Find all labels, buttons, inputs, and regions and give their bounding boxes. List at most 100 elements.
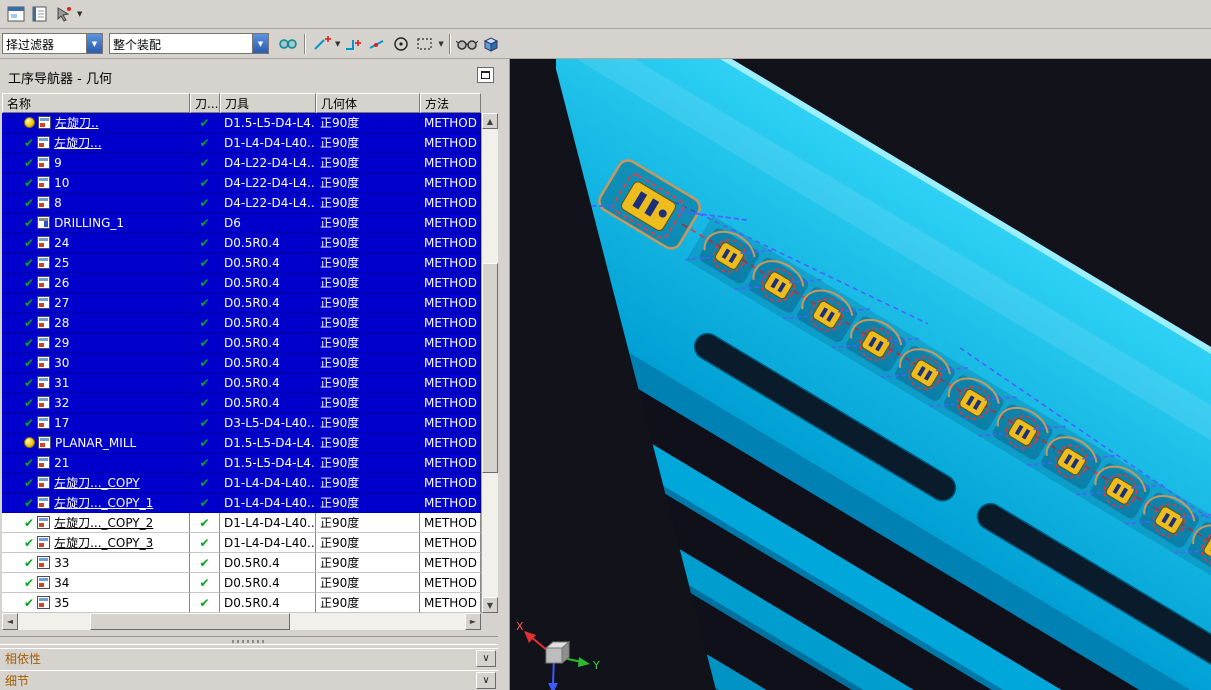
- method-cell: METHOD: [420, 573, 481, 593]
- vertical-scroll-thumb[interactable]: [482, 263, 498, 473]
- undock-panel-button[interactable]: [477, 67, 494, 83]
- name-cell: ✔ 左旋刀..._COPY: [2, 473, 190, 493]
- table-row[interactable]: ✔ 21 ✔ D1.5-L5-D4-L4... 正90度 METHOD: [2, 453, 481, 473]
- interpart-link-icon[interactable]: [277, 32, 299, 56]
- check-ok-icon: ✔: [24, 535, 35, 550]
- dependencies-section[interactable]: 相依性 ∨: [0, 648, 498, 668]
- point-dialog-icon[interactable]: [390, 32, 412, 56]
- table-row[interactable]: ✔ 28 ✔ D0.5R0.4 正90度 METHOD: [2, 313, 481, 333]
- expand-details-button[interactable]: ∨: [476, 672, 496, 689]
- table-row[interactable]: ✔ 左旋刀..._COPY_2 ✔ D1-L4-D4-L40... 正90度 METHOD: [2, 513, 481, 533]
- tool-cell: D0.5R0.4: [220, 273, 316, 293]
- table-row[interactable]: ✔ 33 ✔ D0.5R0.4 正90度 METHOD: [2, 553, 481, 573]
- toolbar-overflow-caret[interactable]: ▼: [77, 10, 82, 18]
- column-header-tool[interactable]: 刀具: [220, 93, 316, 113]
- chevron-down-icon[interactable]: ▼: [252, 34, 268, 53]
- selection-toolbar: 择过滤器 ▼ 整个装配 ▼ ▼ ▼: [0, 29, 1211, 59]
- table-row[interactable]: ✔ 9 ✔ D4-L22-D4-L4... 正90度 METHOD: [2, 153, 481, 173]
- graphics-window[interactable]: X Y Z: [510, 59, 1211, 690]
- horizontal-scroll-thumb[interactable]: [90, 613, 290, 630]
- table-row[interactable]: ✔ 左旋刀... ✔ D1-L4-D4-L40... 正90度 METHOD: [2, 133, 481, 153]
- method-cell: METHOD: [420, 273, 481, 293]
- scroll-right-arrow[interactable]: ►: [465, 613, 481, 630]
- table-row[interactable]: ✔ 左旋刀..._COPY ✔ D1-L4-D4-L40... 正90度 METHOD: [2, 473, 481, 493]
- preview-glasses-icon[interactable]: [455, 32, 478, 56]
- nx-cam-window: ▼ 择过滤器 ▼ 整个装配 ▼ ▼ ▼ 工序导航器 - 几何 名称 刀... 刀…: [0, 0, 1211, 690]
- scroll-down-arrow[interactable]: ▼: [482, 597, 498, 613]
- operation-icon: [37, 356, 51, 369]
- table-row[interactable]: ✔ 25 ✔ D0.5R0.4 正90度 METHOD: [2, 253, 481, 273]
- snap-endpoint-icon[interactable]: [342, 32, 364, 56]
- screen-layout-icon[interactable]: [5, 2, 27, 26]
- table-row[interactable]: ✔ 30 ✔ D0.5R0.4 正90度 METHOD: [2, 353, 481, 373]
- table-row[interactable]: ✔ 8 ✔ D4-L22-D4-L4... 正90度 METHOD: [2, 193, 481, 213]
- column-header-toolpath[interactable]: 刀...: [190, 93, 220, 113]
- toolpath-status-cell: ✔: [190, 193, 220, 213]
- toolpath-status-cell: ✔: [190, 273, 220, 293]
- horizontal-scrollbar[interactable]: ◄ ►: [2, 613, 481, 630]
- table-row[interactable]: PLANAR_MILL ✔ D1.5-L5-D4-L4... 正90度 METHOD: [2, 433, 481, 453]
- method-cell: METHOD: [420, 433, 481, 453]
- shaded-cube-icon[interactable]: [480, 32, 502, 56]
- method-cell: METHOD: [420, 413, 481, 433]
- expand-dependencies-button[interactable]: ∨: [476, 650, 496, 667]
- tool-cell: D0.5R0.4: [220, 333, 316, 353]
- table-row[interactable]: ✔ 24 ✔ D0.5R0.4 正90度 METHOD: [2, 233, 481, 253]
- geometry-cell: 正90度: [316, 313, 420, 333]
- table-row[interactable]: ✔ 左旋刀..._COPY_3 ✔ D1-L4-D4-L40... 正90度 METHOD: [2, 533, 481, 553]
- chevron-down-icon[interactable]: ▼: [438, 40, 443, 48]
- table-row[interactable]: ✔ 17 ✔ D3-L5-D4-L40... 正90度 METHOD: [2, 413, 481, 433]
- check-ok-icon: ✔: [24, 575, 35, 590]
- method-cell: METHOD: [420, 173, 481, 193]
- tool-cell: D1.5-L5-D4-L4...: [220, 113, 316, 133]
- table-row[interactable]: ✔ DRILLING_1 ✔ D6 正90度 METHOD: [2, 213, 481, 233]
- table-row[interactable]: ✔ 左旋刀..._COPY_1 ✔ D1-L4-D4-L40... 正90度 METHOD: [2, 493, 481, 513]
- menu-tool-icon[interactable]: [53, 2, 75, 26]
- column-header-geometry[interactable]: 几何体: [316, 93, 420, 113]
- toolpath-status-cell: ✔: [190, 333, 220, 353]
- tool-cell: D1.5-L5-D4-L4...: [220, 433, 316, 453]
- journal-icon[interactable]: [29, 2, 51, 26]
- operation-icon: [37, 336, 51, 349]
- check-ok-icon: ✔: [199, 495, 210, 510]
- toolpath-status-cell: ✔: [190, 133, 220, 153]
- table-row[interactable]: ✔ 35 ✔ D0.5R0.4 正90度 METHOD: [2, 593, 481, 613]
- chevron-down-icon[interactable]: ▼: [86, 34, 102, 53]
- table-row[interactable]: ✔ 27 ✔ D0.5R0.4 正90度 METHOD: [2, 293, 481, 313]
- details-section[interactable]: 细节 ∨: [0, 670, 498, 690]
- tool-cell: D4-L22-D4-L4...: [220, 173, 316, 193]
- table-row[interactable]: ✔ 29 ✔ D0.5R0.4 正90度 METHOD: [2, 333, 481, 353]
- panel-splitter[interactable]: [0, 636, 498, 645]
- scroll-up-arrow[interactable]: ▲: [482, 113, 498, 129]
- table-row[interactable]: ✔ 10 ✔ D4-L22-D4-L4... 正90度 METHOD: [2, 173, 481, 193]
- column-header-name[interactable]: 名称: [2, 93, 190, 113]
- tool-cell: D1-L4-D4-L40...: [220, 133, 316, 153]
- method-cell: METHOD: [420, 213, 481, 233]
- table-row[interactable]: ✔ 26 ✔ D0.5R0.4 正90度 METHOD: [2, 273, 481, 293]
- toolpath-status-cell: ✔: [190, 493, 220, 513]
- axis-x-label: X: [516, 620, 524, 633]
- selection-scope-combo[interactable]: 整个装配 ▼: [109, 33, 269, 54]
- selection-filter-combo[interactable]: 择过滤器 ▼: [2, 33, 103, 54]
- table-row[interactable]: 左旋刀.. ✔ D1.5-L5-D4-L4... 正90度 METHOD: [2, 113, 481, 133]
- table-row[interactable]: ✔ 34 ✔ D0.5R0.4 正90度 METHOD: [2, 573, 481, 593]
- rectangle-select-icon[interactable]: [414, 32, 436, 56]
- column-header-method[interactable]: 方法: [420, 93, 481, 113]
- vertical-scrollbar[interactable]: ▲ ▼: [481, 113, 498, 613]
- method-cell: METHOD: [420, 313, 481, 333]
- snap-midpoint-icon[interactable]: [366, 32, 388, 56]
- table-row[interactable]: ✔ 32 ✔ D0.5R0.4 正90度 METHOD: [2, 393, 481, 413]
- check-ok-icon: ✔: [199, 535, 210, 550]
- name-cell: ✔ 35: [2, 593, 190, 613]
- snap-point-icon[interactable]: [311, 32, 333, 56]
- check-ok-icon: ✔: [199, 115, 210, 130]
- check-ok-icon: ✔: [24, 175, 35, 190]
- chevron-down-icon[interactable]: ▼: [335, 40, 340, 48]
- table-row[interactable]: ✔ 31 ✔ D0.5R0.4 正90度 METHOD: [2, 373, 481, 393]
- scroll-left-arrow[interactable]: ◄: [2, 613, 18, 630]
- check-ok-icon: ✔: [199, 415, 210, 430]
- tool-cell: D1.5-L5-D4-L4...: [220, 453, 316, 473]
- geometry-cell: 正90度: [316, 333, 420, 353]
- name-cell: ✔ 8: [2, 193, 190, 213]
- method-cell: METHOD: [420, 393, 481, 413]
